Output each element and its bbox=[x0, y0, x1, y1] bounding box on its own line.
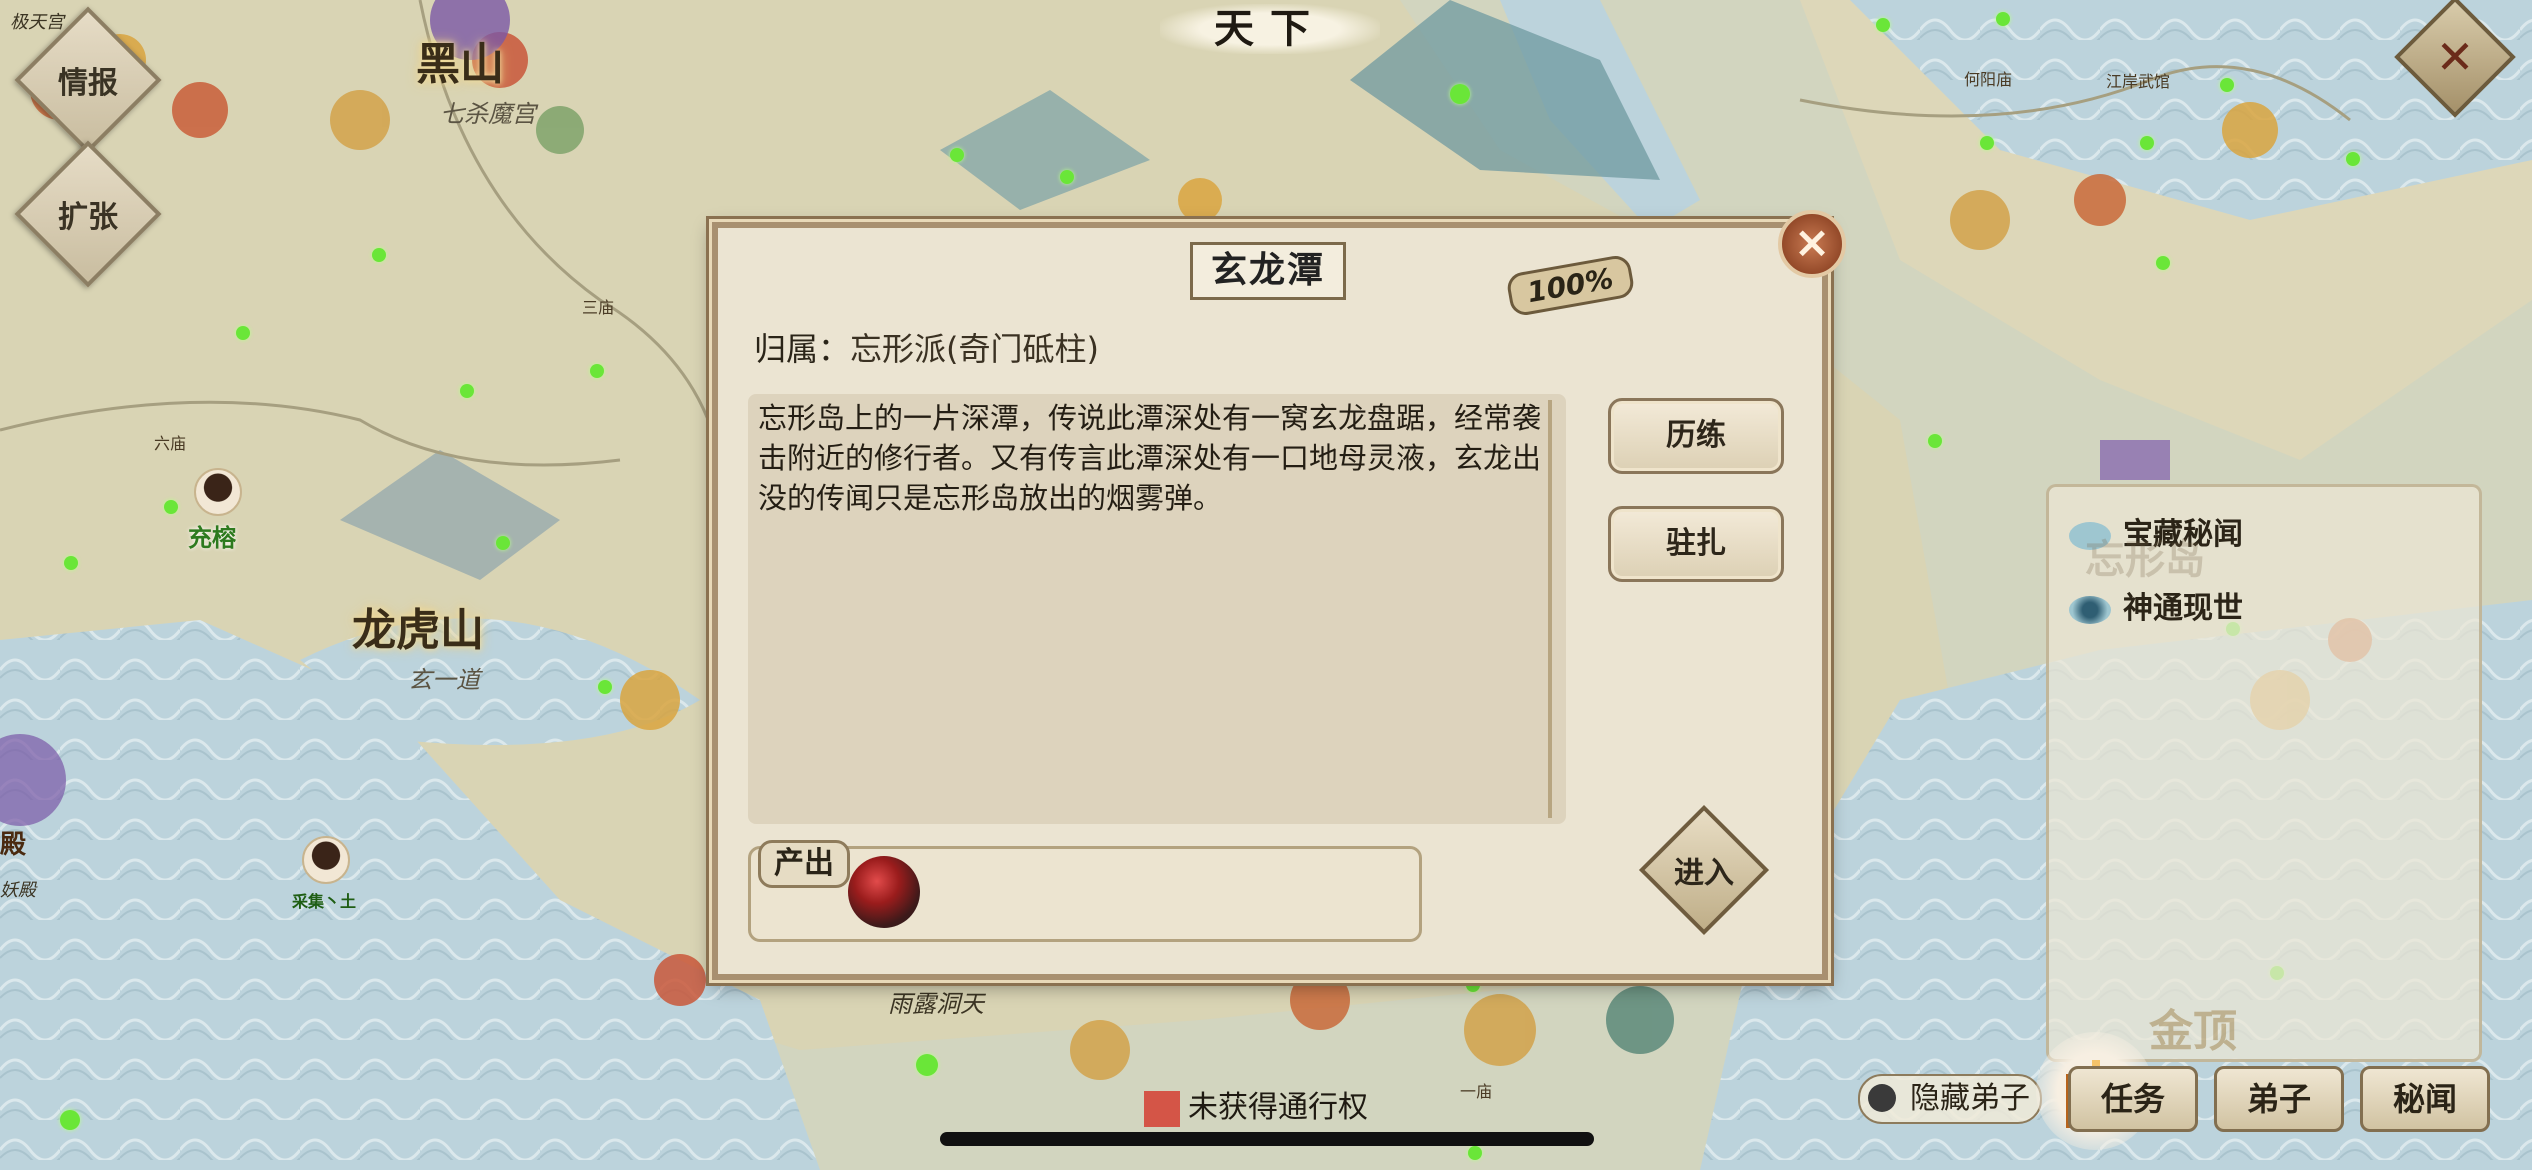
red-ore-icon[interactable] bbox=[848, 856, 920, 928]
place-longhushan[interactable]: 龙虎山 bbox=[352, 594, 484, 658]
location-dialog: 玄龙潭 × 100% 归属：忘形派(奇门砥柱) 忘形岛上的一片深潭，传说此潭深处… bbox=[712, 210, 1846, 980]
place-yaodian: 妖殿 bbox=[0, 880, 36, 901]
progress-tag: 100% bbox=[1505, 253, 1636, 318]
event-panel: 宝藏秘闻 神通现世 忘形岛 金顶 bbox=[2046, 484, 2482, 1062]
map-marker[interactable] bbox=[372, 248, 386, 262]
tab-disciples[interactable]: 弟子 bbox=[2214, 1066, 2344, 1132]
place-heishan-faction: 七杀魔宫 bbox=[440, 100, 536, 128]
affiliation: 归属：忘形派(奇门砥柱) bbox=[754, 324, 1099, 370]
place-longhushan-faction: 玄一道 bbox=[408, 666, 480, 694]
produce-label: 产出 bbox=[758, 840, 850, 888]
map-marker[interactable] bbox=[64, 556, 78, 570]
place-heyangmiao[interactable]: 何阳庙 bbox=[1964, 66, 2012, 90]
place-dian[interactable]: 殿 bbox=[0, 824, 26, 861]
map-marker[interactable] bbox=[2140, 136, 2154, 150]
event-vortex[interactable]: 神通现世 bbox=[2069, 583, 2243, 627]
dialog-title: 玄龙潭 bbox=[1190, 242, 1346, 300]
status-square-icon bbox=[1144, 1090, 1180, 1127]
disciple-status-caiji: 采集丶土 bbox=[292, 892, 357, 911]
description-box[interactable]: 忘形岛上的一片深潭，传说此潭深处有一窝玄龙盘踞，经常袭击附近的修行者。又有传言此… bbox=[748, 394, 1566, 824]
map-marker[interactable] bbox=[1928, 434, 1942, 448]
intel-label: 情报 bbox=[58, 66, 118, 101]
map-marker[interactable] bbox=[460, 384, 474, 398]
place-jitiangong: 极天宫 bbox=[10, 12, 64, 33]
jinding-name: 金顶 bbox=[2149, 1006, 2237, 1057]
map-marker[interactable] bbox=[1450, 84, 1470, 104]
enter-button[interactable]: 进入 bbox=[1638, 804, 1770, 936]
affiliation-value: 忘形派(奇门砥柱) bbox=[850, 330, 1099, 368]
description-text: 忘形岛上的一片深潭，传说此潭深处有一窝玄龙盘踞，经常袭击附近的修行者。又有传言此… bbox=[758, 401, 1542, 515]
map-marker[interactable] bbox=[1980, 136, 1994, 150]
map-marker[interactable] bbox=[1466, 978, 1480, 992]
map-marker[interactable] bbox=[2220, 78, 2234, 92]
map-marker[interactable] bbox=[60, 1110, 80, 1130]
map-marker[interactable] bbox=[496, 536, 510, 550]
disciple-avatar[interactable] bbox=[194, 468, 242, 516]
home-indicator[interactable] bbox=[940, 1132, 1594, 1146]
dialog-close-button[interactable]: × bbox=[1778, 210, 1846, 278]
map-marker[interactable] bbox=[950, 148, 964, 162]
disciple-avatar[interactable] bbox=[302, 836, 350, 884]
description-scrollbar[interactable] bbox=[1548, 400, 1552, 818]
hide-disciples-label: 隐藏弟子 bbox=[1910, 1081, 2030, 1116]
tab-tasks[interactable]: 任务 bbox=[2068, 1066, 2198, 1132]
train-button[interactable]: 历练 bbox=[1608, 398, 1784, 474]
map-marker[interactable] bbox=[916, 1054, 938, 1076]
close-icon: × bbox=[1793, 217, 1831, 268]
toggle-knob bbox=[1868, 1084, 1896, 1112]
affiliation-label: 归属： bbox=[754, 330, 851, 368]
map-marker[interactable] bbox=[2156, 256, 2170, 270]
map-marker[interactable] bbox=[1996, 12, 2010, 26]
event-label: 神通现世 bbox=[2123, 591, 2243, 626]
map-marker[interactable] bbox=[598, 680, 612, 694]
expand-label: 扩张 bbox=[58, 200, 118, 235]
island-name: 忘形岛 bbox=[2085, 536, 2205, 583]
place-yimiao[interactable]: 一庙 bbox=[1460, 1078, 1492, 1102]
place-heishan[interactable]: 黑山 bbox=[416, 28, 504, 92]
map-marker[interactable] bbox=[1876, 18, 1890, 32]
map-marker[interactable] bbox=[2346, 152, 2360, 166]
map-marker[interactable] bbox=[164, 500, 178, 514]
place-sanmiao[interactable]: 三庙 bbox=[582, 294, 614, 318]
place-jiangan[interactable]: 江岸武馆 bbox=[2106, 68, 2170, 92]
vortex-icon bbox=[2069, 595, 2111, 624]
pass-status-text: 未获得通行权 bbox=[1188, 1090, 1368, 1125]
place-yulu-dongtian[interactable]: 雨露洞天 bbox=[888, 984, 984, 1019]
map-marker[interactable] bbox=[1468, 1146, 1482, 1160]
hide-disciples-toggle[interactable]: 隐藏弟子 bbox=[1858, 1074, 2042, 1124]
garrison-button[interactable]: 驻扎 bbox=[1608, 506, 1784, 582]
map-marker[interactable] bbox=[1060, 170, 1074, 184]
pass-status: 未获得通行权 bbox=[1144, 1082, 1368, 1127]
enter-label: 进入 bbox=[1674, 856, 1734, 891]
map-marker[interactable] bbox=[236, 326, 250, 340]
map-title: 天下 bbox=[1160, 4, 1380, 54]
place-liumiao[interactable]: 六庙 bbox=[154, 430, 186, 454]
close-icon: ✕ bbox=[2435, 30, 2475, 84]
disciple-name-chongrong: 充榕 bbox=[188, 523, 236, 552]
map-marker[interactable] bbox=[590, 364, 604, 378]
tab-secrets[interactable]: 秘闻 bbox=[2360, 1066, 2490, 1132]
